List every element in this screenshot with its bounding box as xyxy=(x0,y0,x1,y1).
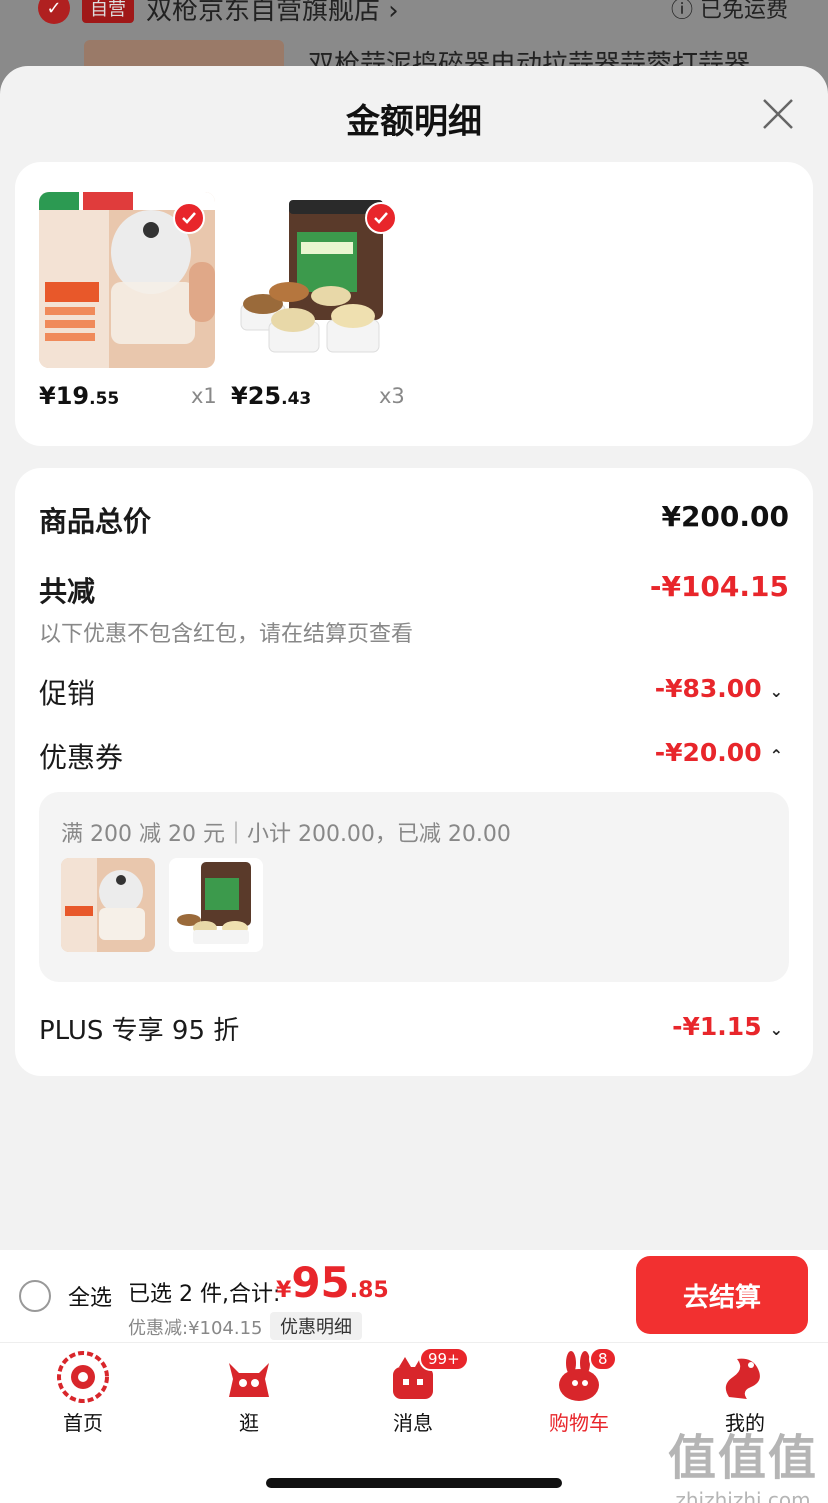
store-name: 双枪京东自营旗舰店 › xyxy=(146,0,399,26)
cart-badge: 8 xyxy=(589,1347,617,1371)
product-quantity: x3 xyxy=(379,384,405,408)
total-amount: ¥95.85 xyxy=(276,1258,389,1307)
selected-products-card: ¥19.55 x1 ¥25.43 x3 xyxy=(15,162,813,446)
product-image-garlic-chopper xyxy=(39,192,215,368)
total-price-value: ¥200.00 xyxy=(661,500,789,533)
product-quantity: x1 xyxy=(191,384,217,408)
total-price-label: 商品总价 xyxy=(39,505,152,538)
discount-summary: 优惠减:¥104.15 xyxy=(128,1318,263,1339)
total-reduce-value: -¥104.15 xyxy=(649,570,789,603)
checkmark-icon: ✓ xyxy=(38,0,70,24)
tab-label: 首页 xyxy=(63,1411,103,1435)
plus-discount-label: PLUS 专享 95 折 xyxy=(39,1016,240,1046)
close-button[interactable] xyxy=(760,96,796,132)
free-shipping-text: ⓘ 已免运费 xyxy=(671,0,788,23)
promotion-value: -¥83.00 ⌄ xyxy=(654,674,783,703)
watermark-url: zhizhizhi.com xyxy=(675,1488,811,1503)
plus-discount-row[interactable]: PLUS 专享 95 折 -¥1.15 ⌄ xyxy=(15,1004,813,1054)
reduce-note: 以下优惠不包含红包，请在结算页查看 xyxy=(39,622,414,647)
papercut-rabbit-icon: 8 xyxy=(551,1347,617,1405)
papercut-tiger-icon: 99+ xyxy=(385,1347,469,1405)
home-indicator[interactable] xyxy=(266,1478,562,1488)
select-all-radio[interactable] xyxy=(19,1280,51,1312)
background-store-header: ✓ 自营 双枪京东自营旗舰店 › xyxy=(38,0,399,28)
price-breakdown-card: 商品总价 ¥200.00 共减 -¥104.15 以下优惠不包含红包，请在结算页… xyxy=(15,468,813,1076)
product-image-mixed-nuts xyxy=(231,192,407,368)
messages-badge: 99+ xyxy=(419,1347,469,1371)
papercut-snake-icon xyxy=(717,1349,773,1405)
checked-icon[interactable] xyxy=(365,202,397,234)
site-watermark: 值值值 zhizhizhi.com xyxy=(668,1418,818,1503)
coupon-label: 优惠券 xyxy=(39,741,124,774)
product-price: ¥25.43 xyxy=(231,382,312,410)
coupon-product-thumbnail xyxy=(169,858,263,952)
discount-detail-link[interactable]: 优惠明细 xyxy=(270,1312,362,1340)
papercut-dragon-icon xyxy=(55,1349,111,1405)
chevron-down-icon: ⌄ xyxy=(769,682,783,701)
plus-discount-value: -¥1.15 ⌄ xyxy=(672,1012,783,1041)
tab-label: 逛 xyxy=(239,1411,259,1435)
checkout-button[interactable]: 去结算 xyxy=(636,1256,808,1334)
checkout-bar: 全选 已选 2 件,合计: ¥95.85 优惠减:¥104.15 优惠明细 去结… xyxy=(0,1250,828,1342)
product-item[interactable]: ¥19.55 x1 xyxy=(39,192,217,410)
coupon-product-thumbnail xyxy=(61,858,155,952)
coupon-detail-box: 满 200 减 20 元｜小计 200.00，已减 20.00 xyxy=(39,792,789,982)
sheet-title: 金额明细 xyxy=(346,102,482,142)
coupon-value: -¥20.00 ⌃ xyxy=(654,738,783,767)
promotion-row[interactable]: 促销 -¥83.00 ⌄ xyxy=(15,666,813,716)
product-price: ¥19.55 xyxy=(39,382,120,410)
chevron-up-icon: ⌃ xyxy=(769,746,783,765)
coupon-description: 满 200 减 20 元｜小计 200.00，已减 20.00 xyxy=(61,822,511,847)
tab-label: 购物车 xyxy=(549,1411,609,1435)
select-all-label[interactable]: 全选 xyxy=(68,1280,112,1312)
checked-icon[interactable] xyxy=(173,202,205,234)
promotion-label: 促销 xyxy=(39,677,96,710)
close-icon xyxy=(763,99,793,129)
papercut-ox-icon xyxy=(221,1349,277,1405)
product-item[interactable]: ¥25.43 x3 xyxy=(231,192,407,410)
watermark-logo: 值值值 xyxy=(667,1430,818,1486)
tab-messages[interactable]: 99+ 消息 xyxy=(358,1347,469,1436)
chevron-down-icon: ⌄ xyxy=(769,1020,783,1039)
self-operated-tag: 自营 xyxy=(82,0,134,23)
tab-home[interactable]: 首页 xyxy=(28,1349,138,1436)
coupon-row[interactable]: 优惠券 -¥20.00 ⌃ xyxy=(15,730,813,780)
amount-detail-sheet: 金额明细 ¥19.55 x1 ¥25.43 x3 商品总价 ¥200.00 共减… xyxy=(0,66,828,1250)
tab-cart[interactable]: 8 购物车 xyxy=(524,1347,634,1436)
total-reduce-label: 共减 xyxy=(39,575,96,608)
tab-explore[interactable]: 逛 xyxy=(194,1349,304,1436)
selected-count-text: 已选 2 件,合计: xyxy=(128,1282,281,1307)
tab-label: 消息 xyxy=(393,1411,433,1435)
